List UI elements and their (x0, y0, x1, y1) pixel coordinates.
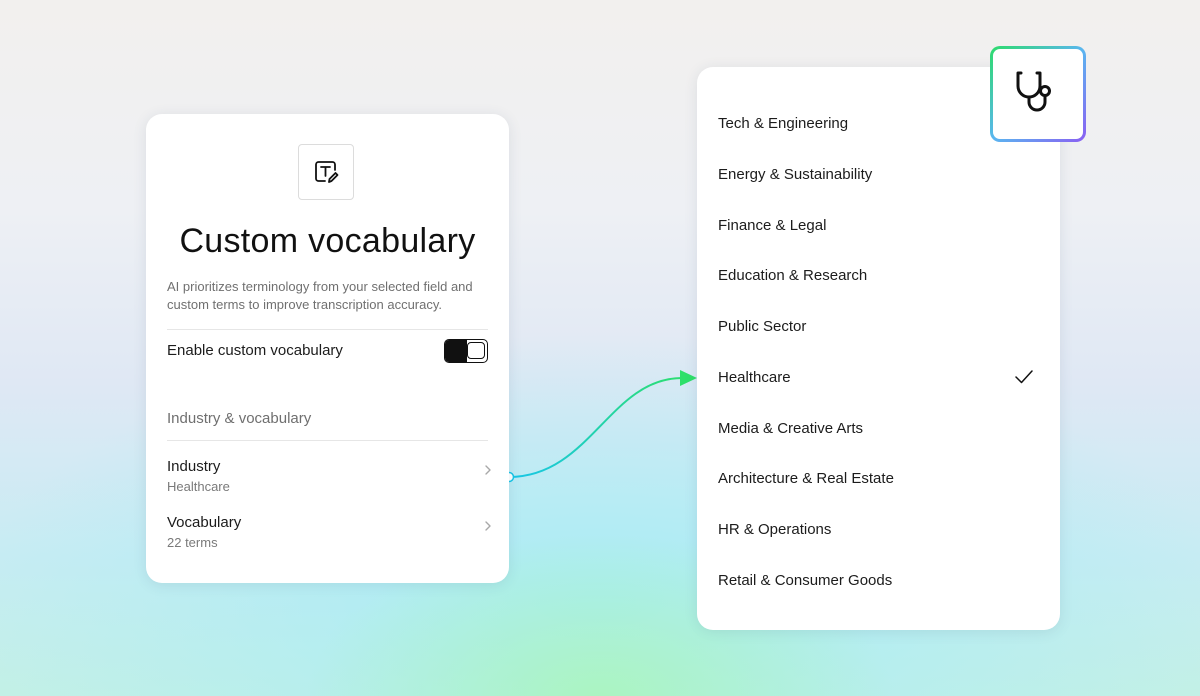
description-text: AI prioritizes terminology from your sel… (167, 279, 473, 312)
list-item-label: Education & Research (718, 267, 868, 284)
list-item-label: Media & Creative Arts (718, 420, 864, 437)
list-item-media-creative-arts[interactable]: Media & Creative Arts (718, 413, 1038, 445)
list-item-hr-operations[interactable]: HR & Operations (718, 514, 1038, 546)
list-item-label: Tech & Engineering (718, 115, 849, 132)
list-item-label: Retail & Consumer Goods (718, 572, 893, 589)
checkmark-icon (1015, 370, 1033, 384)
list-item-energy-sustainability[interactable]: Energy & Sustainability (718, 159, 1038, 191)
vocabulary-row[interactable]: Vocabulary 22 terms (167, 514, 492, 558)
toggle-label: Enable custom vocabulary (167, 342, 343, 359)
list-item-label: Healthcare (718, 369, 791, 386)
list-item-retail-consumer-goods[interactable]: Retail & Consumer Goods (718, 565, 1038, 597)
list-item-label: Energy & Sustainability (718, 166, 873, 183)
enable-custom-vocabulary-toggle[interactable] (444, 339, 488, 363)
stethoscope-icon (1016, 71, 1051, 112)
chevron-right-icon (485, 521, 491, 531)
list-item-healthcare[interactable]: Healthcare (718, 362, 1038, 394)
divider (167, 440, 488, 441)
divider (167, 329, 488, 330)
section-header: Industry & vocabulary (167, 410, 312, 427)
page-title: Custom vocabulary (179, 222, 476, 260)
custom-vocabulary-card: Custom vocabulary AI prioritizes termino… (146, 114, 509, 583)
list-item-education-research[interactable]: Education & Research (718, 260, 1038, 292)
list-item-finance-legal[interactable]: Finance & Legal (718, 210, 1038, 242)
row-label: Vocabulary (167, 514, 242, 531)
list-item-label: Public Sector (718, 318, 807, 335)
list-item-label: Architecture & Real Estate (718, 470, 894, 487)
industry-row[interactable]: Industry Healthcare (167, 458, 492, 502)
list-item-public-sector[interactable]: Public Sector (718, 311, 1038, 343)
list-item-label: Finance & Legal (718, 217, 827, 234)
industry-list-card: Tech & Engineering Energy & Sustainabili… (697, 67, 1060, 630)
row-label: Industry (167, 458, 221, 475)
row-value: 22 terms (167, 535, 218, 550)
text-edit-icon (298, 144, 354, 200)
industry-badge (990, 46, 1086, 142)
chevron-right-icon (485, 465, 491, 475)
arrowhead-icon (680, 370, 697, 386)
toggle-knob (467, 342, 485, 359)
list-item-architecture-real-estate[interactable]: Architecture & Real Estate (718, 463, 1038, 495)
row-value: Healthcare (167, 479, 230, 494)
list-item-label: HR & Operations (718, 521, 832, 538)
